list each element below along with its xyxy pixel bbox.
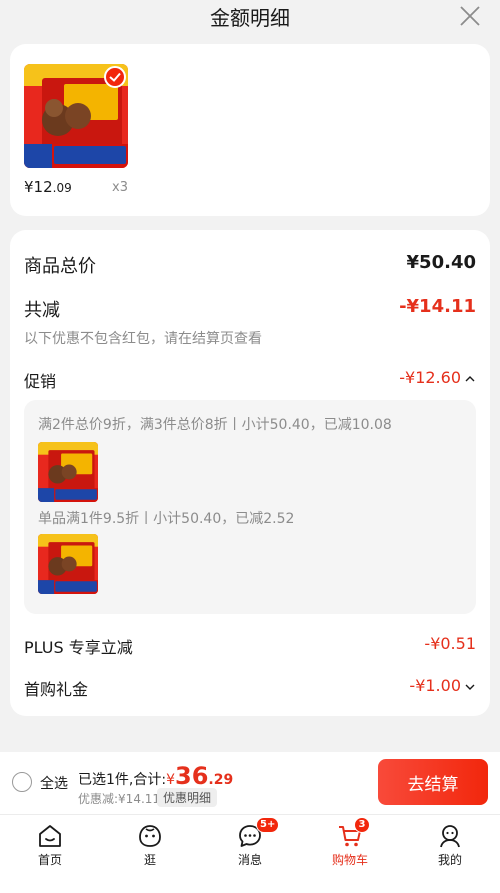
plus-discount-value: -¥0.51 (424, 634, 476, 653)
page-title: 金额明细 (210, 6, 290, 30)
promo-product-thumb[interactable] (38, 442, 98, 502)
first-purchase-label: 首购礼金 (24, 680, 89, 699)
amount-detail-card: 商品总价 ¥50.40 共减 -¥14.11 以下优惠不包含红包，请在结算页查看… (10, 230, 490, 716)
profile-icon (440, 825, 460, 848)
product-image[interactable] (24, 64, 128, 168)
promo-label: 促销 (24, 372, 57, 391)
total-reduce-label: 共减 (24, 300, 60, 321)
promo-value: -¥12.60 (399, 368, 461, 387)
checkout-button[interactable]: 去结算 (378, 759, 488, 805)
browse-face-icon (139, 825, 161, 847)
promo-rule: 单品满1件9.5折丨小计50.40，已减2.52 (38, 511, 295, 527)
product-price: ¥12.09 (24, 178, 72, 196)
product-card: ¥12.09 x3 (10, 44, 490, 216)
total-amount: 36 (175, 762, 209, 790)
chevron-down-icon (465, 684, 475, 690)
tab-messages[interactable]: 5+ 消息 (200, 815, 300, 875)
plus-discount-label: PLUS 专享立减 (24, 638, 133, 657)
tab-home[interactable]: 首页 (0, 815, 100, 875)
selected-count: 已选1件,合计: (78, 772, 167, 788)
close-icon[interactable] (458, 4, 482, 28)
promo-toggle[interactable]: -¥12.60 (399, 368, 476, 387)
promo-rule: 满2件总价9折，满3件总价8折丨小计50.40，已减10.08 (38, 417, 392, 433)
header: 金额明细 (0, 0, 500, 34)
discount-detail-button[interactable]: 优惠明细 (157, 788, 218, 807)
product-quantity: x3 (112, 180, 128, 195)
select-all-label[interactable]: 全选 (40, 773, 68, 793)
goods-total-value: ¥50.40 (406, 252, 476, 273)
message-badge: 5+ (256, 817, 280, 833)
promo-product-thumb[interactable] (38, 534, 98, 594)
cart-badge: 3 (354, 817, 370, 833)
tab-cart[interactable]: 3 购物车 (300, 815, 400, 875)
select-all-radio[interactable] (12, 772, 32, 792)
goods-total-label: 商品总价 (24, 256, 96, 277)
bottom-tab-bar: 首页 逛 5+ 消息 3 购物车 我的 (0, 814, 500, 893)
tab-browse[interactable]: 逛 (100, 815, 200, 875)
home-icon (39, 825, 61, 847)
tab-mine[interactable]: 我的 (400, 815, 500, 875)
first-purchase-value: -¥1.00 (409, 676, 461, 695)
checkout-bar: 全选 已选1件,合计:¥36.29 优惠减:¥14.11 优惠明细 去结算 (0, 752, 500, 814)
promo-detail-box: 满2件总价9折，满3件总价8折丨小计50.40，已减10.08 单品满1件9.5… (24, 400, 476, 614)
first-purchase-toggle[interactable]: -¥1.00 (409, 676, 476, 695)
chevron-up-icon (465, 375, 475, 381)
discount-note: 以下优惠不包含红包，请在结算页查看 (24, 331, 262, 347)
check-icon (104, 66, 126, 88)
total-reduce-value: -¥14.11 (399, 296, 476, 317)
discount-amount: 优惠减:¥14.11 (78, 792, 161, 806)
selected-summary: 已选1件,合计:¥36.29 (78, 762, 234, 790)
